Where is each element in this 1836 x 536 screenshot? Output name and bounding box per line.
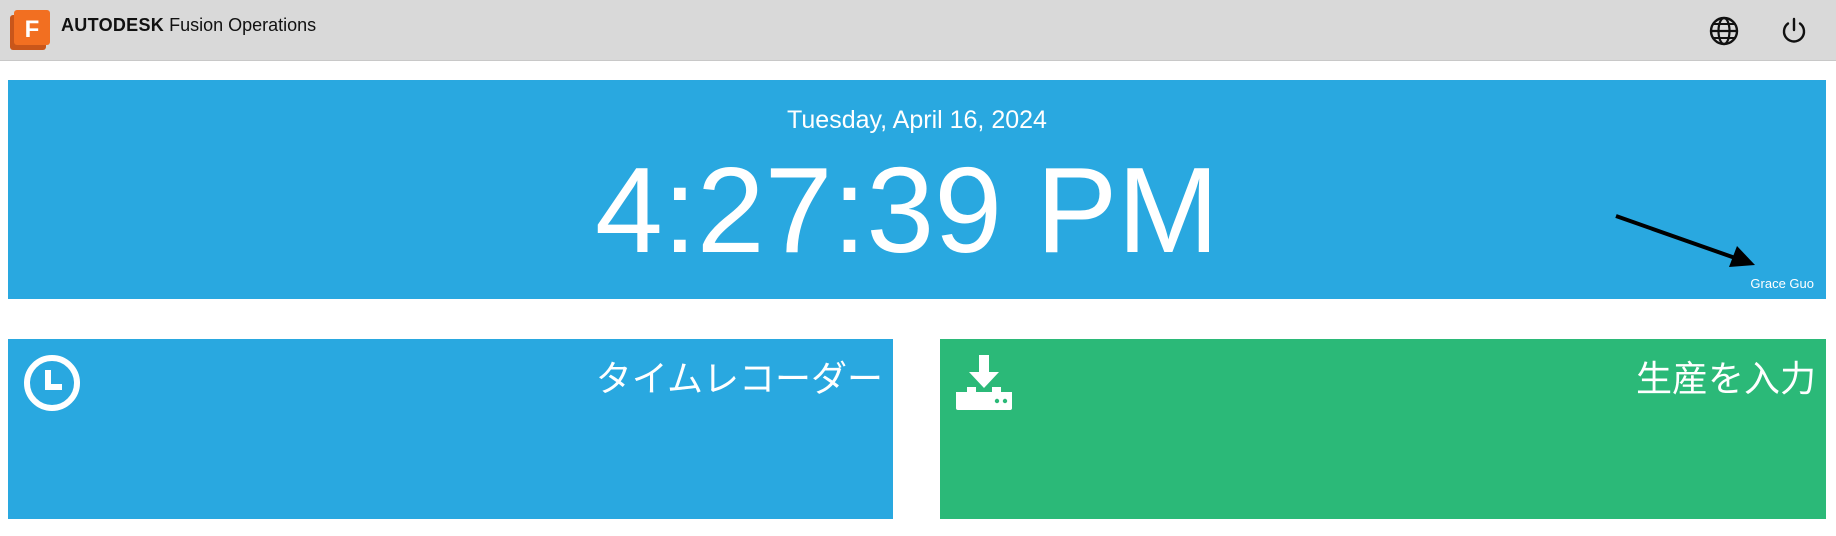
power-icon[interactable] [1777,14,1811,48]
current-time: 4:27:39 PM [595,142,1219,278]
enter-production-tile[interactable]: 生産を入力 [940,339,1826,519]
clock-panel: Tuesday, April 16, 2024 4:27:39 PM Grace… [8,80,1826,299]
time-recorder-label: タイムレコーダー [595,358,883,399]
arrow-annotation-icon [1615,214,1755,267]
brand-bold: AUTODESK [61,15,165,35]
enter-production-label: 生産を入力 [1635,358,1816,399]
download-tray-icon [956,355,1012,410]
clock-icon [24,355,80,411]
svg-text:F: F [25,16,40,43]
top-bar: F AUTODESK Fusion Operations [0,0,1836,61]
globe-icon[interactable] [1707,14,1741,48]
autodesk-fusion-logo-icon: F [10,10,50,50]
time-recorder-tile[interactable]: タイムレコーダー [8,339,893,519]
user-name: Grace Guo [1750,276,1814,291]
current-date: Tuesday, April 16, 2024 [787,106,1047,134]
brand-product: Fusion Operations [169,15,317,35]
brand-title: AUTODESK Fusion Operations [61,15,316,36]
